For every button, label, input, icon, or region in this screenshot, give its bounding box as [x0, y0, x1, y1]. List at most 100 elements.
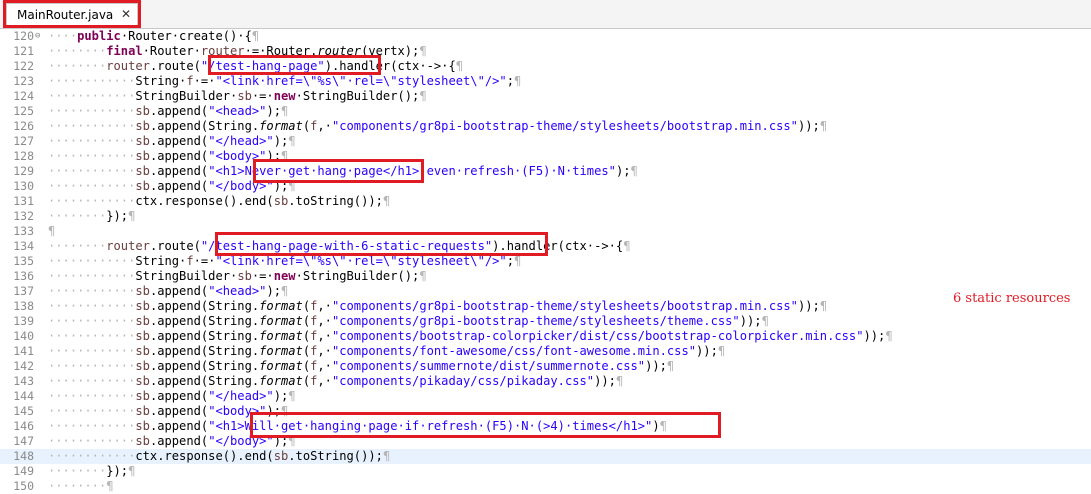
code-text: ············StringBuilder·sb·=·new·Strin…	[48, 269, 427, 283]
code-line[interactable]: 126 ············sb.append(String.format(f…	[0, 119, 1091, 134]
code-line[interactable]: 128 ············sb.append("<body>");¶	[0, 149, 1091, 164]
line-number: 131	[13, 194, 34, 208]
line-number: 138	[13, 299, 34, 313]
line-number: 149	[13, 464, 34, 478]
code-line[interactable]: 123 ············String·f·=·"<link·href=\"…	[0, 74, 1091, 89]
code-line[interactable]: 120 ⊖ ····public·Router·create()·{¶	[0, 29, 1091, 44]
line-number: 141	[13, 344, 34, 358]
code-line[interactable]: 147 ············sb.append("</body>");¶	[0, 434, 1091, 449]
fold-toggle-icon[interactable]: ⊖	[35, 29, 43, 44]
code-line[interactable]: 136 ············StringBuilder·sb·=·new·St…	[0, 269, 1091, 284]
line-number: 137	[13, 284, 34, 298]
line-number: 143	[13, 374, 34, 388]
code-line[interactable]: 144 ············sb.append("</head>");¶	[0, 389, 1091, 404]
code-text: ············sb.append(String.format(f,·"…	[48, 119, 828, 133]
code-line[interactable]: 127 ············sb.append("</head>");¶	[0, 134, 1091, 149]
code-text: ········router.route("/test-hang-page").…	[48, 59, 464, 73]
code-text: ············ctx.response().end(sb.toStri…	[48, 449, 391, 463]
code-text: ············sb.append("<head>");¶	[48, 284, 289, 298]
code-text: ········router.route("/test-hang-page-wi…	[48, 239, 631, 253]
line-number: 144	[13, 389, 34, 403]
code-line[interactable]: 141 ············sb.append(String.format(f…	[0, 344, 1091, 359]
code-line[interactable]: 138 ············sb.append(String.format(f…	[0, 299, 1091, 314]
code-text: ············sb.append(String.format(f,·"…	[48, 314, 769, 328]
code-text: ············sb.append("</head>");¶	[48, 134, 296, 148]
line-number: 145	[13, 404, 34, 418]
line-number: 127	[13, 134, 34, 148]
line-number: 133	[13, 224, 34, 238]
line-number: 142	[13, 359, 34, 373]
line-number: 136	[13, 269, 34, 283]
code-line[interactable]: 142 ············sb.append(String.format(f…	[0, 359, 1091, 374]
line-number: 150	[13, 479, 34, 493]
code-line[interactable]: 143 ············sb.append(String.format(f…	[0, 374, 1091, 389]
code-text: ········});¶	[48, 464, 136, 478]
code-text: ············sb.append(String.format(f,·"…	[48, 344, 726, 358]
code-text: ············sb.append("</body>");¶	[48, 179, 296, 193]
code-text: ············sb.append("</body>");¶	[48, 434, 296, 448]
code-line[interactable]: 121 ········final·Router·router·=·Router.…	[0, 44, 1091, 59]
tab-label: MainRouter.java	[17, 8, 114, 22]
code-line[interactable]: 149 ········});¶	[0, 464, 1091, 479]
code-text: ············ctx.response().end(sb.toStri…	[48, 194, 391, 208]
line-number: 148	[13, 449, 34, 463]
code-text: ············sb.append("<body>");¶	[48, 149, 289, 163]
code-text: ············sb.append("<h1>Will·get·hang…	[48, 419, 667, 433]
code-text: ············sb.append("<body>");¶	[48, 404, 289, 418]
code-text: ············String·f·=·"<link·href=\"%s\…	[48, 74, 522, 88]
code-line[interactable]: 124 ············StringBuilder·sb·=·new·St…	[0, 89, 1091, 104]
line-number: 139	[13, 314, 34, 328]
code-text: ············sb.append("<head>");¶	[48, 104, 289, 118]
line-number: 146	[13, 419, 34, 433]
code-text: ····public·Router·create()·{¶	[48, 29, 260, 43]
code-line[interactable]: 146 ············sb.append("<h1>Will·get·h…	[0, 419, 1091, 434]
code-text: ············sb.append(String.format(f,·"…	[48, 359, 675, 373]
line-number: 134	[13, 239, 34, 253]
code-line[interactable]: 131 ············ctx.response().end(sb.toS…	[0, 194, 1091, 209]
code-text: ········});¶	[48, 209, 136, 223]
line-number: 140	[13, 329, 34, 343]
line-number: 130	[13, 179, 34, 193]
code-line[interactable]: 145 ············sb.append("<body>");¶	[0, 404, 1091, 419]
code-line[interactable]: 137 ············sb.append("<head>");¶	[0, 284, 1091, 299]
line-number: 128	[13, 149, 34, 163]
code-text: ············sb.append("</head>");¶	[48, 389, 296, 403]
code-line[interactable]: 135 ············String·f·=·"<link·href=\"…	[0, 254, 1091, 269]
line-number: 135	[13, 254, 34, 268]
close-icon[interactable]: ✕	[121, 7, 131, 21]
code-line[interactable]: 132 ········});¶	[0, 209, 1091, 224]
code-text: ········final·Router·router·=·Router.rou…	[48, 44, 427, 58]
line-number: 126	[13, 119, 34, 133]
code-line[interactable]: 129 ············sb.append("<h1>Never·get·…	[0, 164, 1091, 179]
code-line[interactable]: 130 ············sb.append("</body>");¶	[0, 179, 1091, 194]
line-number: 122	[13, 59, 34, 73]
code-text: ¶	[48, 224, 56, 238]
code-text: ········¶	[48, 479, 114, 493]
code-text: ············sb.append(String.format(f,·"…	[48, 374, 624, 388]
code-line[interactable]: 140 ············sb.append(String.format(f…	[0, 329, 1091, 344]
code-line[interactable]: 133 ¶	[0, 224, 1091, 239]
annotation-static-resources: 6 static resources	[953, 291, 1071, 306]
code-line[interactable]: 122 ········router.route("/test-hang-page…	[0, 59, 1091, 74]
line-number: 147	[13, 434, 34, 448]
code-text: ············sb.append(String.format(f,·"…	[48, 329, 893, 343]
code-line[interactable]: 139 ············sb.append(String.format(f…	[0, 314, 1091, 329]
code-text: ············StringBuilder·sb·=·new·Strin…	[48, 89, 427, 103]
line-number: 120	[13, 29, 34, 43]
tab-mainrouter-java[interactable]: MainRouter.java ✕	[6, 3, 138, 27]
line-number: 129	[13, 164, 34, 178]
line-number: 123	[13, 74, 34, 88]
code-line[interactable]: 150 ········¶	[0, 479, 1091, 494]
line-number: 132	[13, 209, 34, 223]
code-line[interactable]: 148 ············ctx.response().end(sb.toS…	[0, 449, 1091, 464]
editor-tab-bar: MainRouter.java ✕	[0, 0, 1091, 29]
code-text: ············String·f·=·"<link·href=\"%s\…	[48, 254, 522, 268]
line-number: 121	[13, 44, 34, 58]
code-line[interactable]: 125 ············sb.append("<head>");¶	[0, 104, 1091, 119]
code-line[interactable]: 134 ········router.route("/test-hang-page…	[0, 239, 1091, 254]
line-number: 125	[13, 104, 34, 118]
code-editor[interactable]: 120 ⊖ ····public·Router·create()·{¶ 121 ····…	[0, 29, 1091, 494]
code-text: ············sb.append("<h1>Never·get·han…	[48, 164, 638, 178]
line-number: 124	[13, 89, 34, 103]
code-text: ············sb.append(String.format(f,·"…	[48, 299, 828, 313]
